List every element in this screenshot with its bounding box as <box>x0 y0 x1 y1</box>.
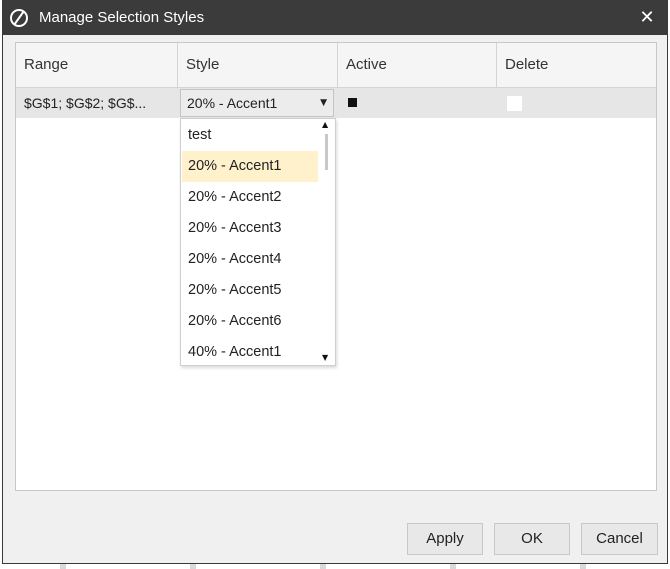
cancel-button[interactable]: Cancel <box>581 523 658 555</box>
scroll-thumb[interactable] <box>325 134 328 170</box>
column-header-range[interactable]: Range <box>16 43 178 87</box>
dropdown-option[interactable]: 20% - Accent2 <box>182 182 318 213</box>
range-cell[interactable]: $G$1; $G$2; $G$... <box>24 88 174 118</box>
chevron-down-icon[interactable]: ▼ <box>320 90 327 116</box>
app-logo-icon <box>10 9 28 27</box>
styles-grid: Range Style Active Delete $G$1; $G$2; $G… <box>15 42 657 491</box>
manage-selection-styles-dialog: Manage Selection Styles ✕ Range Style Ac… <box>2 0 668 564</box>
dialog-title: Manage Selection Styles <box>39 9 205 26</box>
column-header-active[interactable]: Active <box>338 43 497 87</box>
dropdown-option[interactable]: 20% - Accent6 <box>182 306 318 337</box>
ok-button[interactable]: OK <box>494 523 570 555</box>
column-header-delete[interactable]: Delete <box>497 43 656 87</box>
active-checkbox[interactable] <box>348 98 357 107</box>
style-select[interactable]: 20% - Accent1 ▼ <box>180 89 334 117</box>
scroll-up-icon[interactable]: ▲ <box>322 120 328 129</box>
grid-header: Range Style Active Delete <box>16 43 656 88</box>
title-bar: Manage Selection Styles ✕ <box>3 1 667 35</box>
dropdown-option[interactable]: 40% - Accent1 <box>182 337 318 368</box>
dropdown-option[interactable]: 20% - Accent3 <box>182 213 318 244</box>
close-icon[interactable]: ✕ <box>635 6 659 30</box>
style-select-value: 20% - Accent1 <box>187 95 278 111</box>
dropdown-option[interactable]: 20% - Accent5 <box>182 275 318 306</box>
column-header-style[interactable]: Style <box>178 43 338 87</box>
scroll-down-icon[interactable]: ▼ <box>322 353 328 362</box>
apply-button[interactable]: Apply <box>407 523 483 555</box>
dropdown-scrollbar[interactable]: ▲ ▼ <box>320 120 334 364</box>
style-dropdown-list[interactable]: test 20% - Accent1 20% - Accent2 20% - A… <box>180 118 336 366</box>
dropdown-option[interactable]: 20% - Accent4 <box>182 244 318 275</box>
table-row[interactable]: $G$1; $G$2; $G$... 20% - Accent1 ▼ <box>16 88 656 118</box>
dropdown-option[interactable]: test <box>182 120 318 151</box>
dropdown-option-selected[interactable]: 20% - Accent1 <box>182 151 318 182</box>
delete-checkbox[interactable] <box>507 96 522 111</box>
